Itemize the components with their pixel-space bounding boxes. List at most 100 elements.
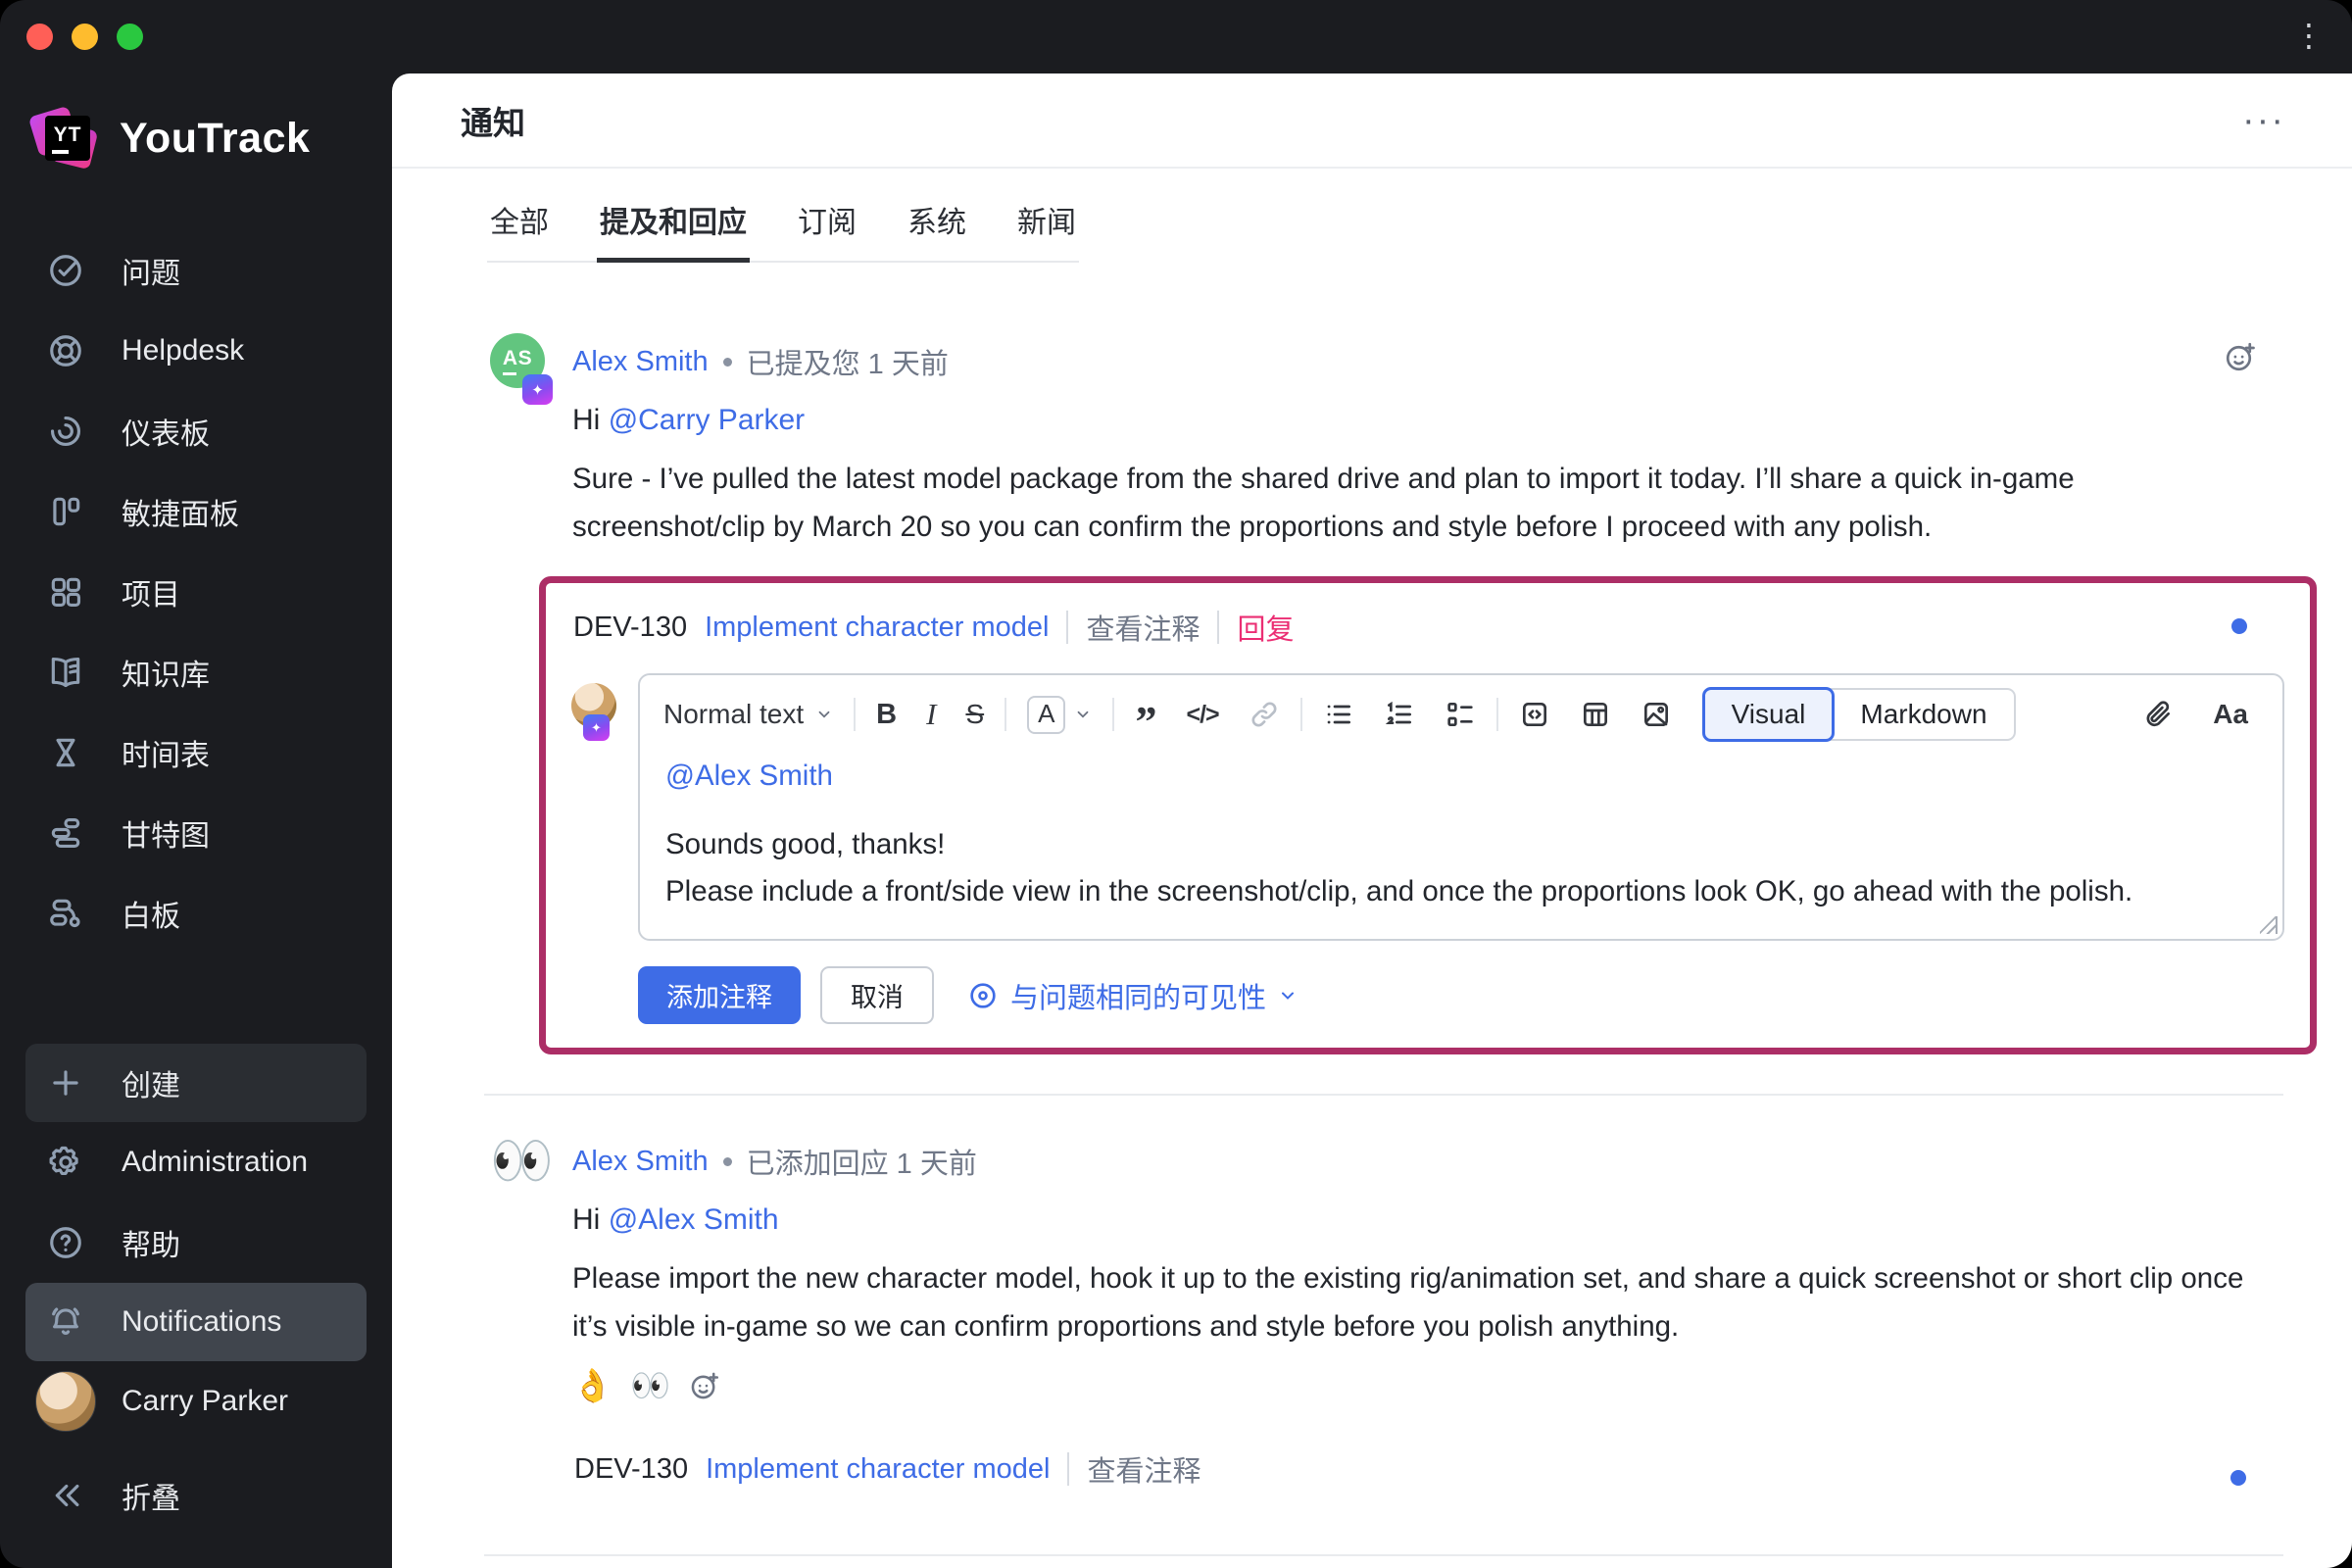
toolbar-separator <box>1299 698 1302 731</box>
cancel-button[interactable]: 取消 <box>820 966 934 1024</box>
task-list-button[interactable] <box>1430 693 1491 736</box>
reaction-eyes[interactable]: 👀 <box>630 1366 670 1405</box>
create-label: 创建 <box>122 1070 180 1102</box>
mention-link[interactable]: @Carry Parker <box>609 404 805 436</box>
minimize-window-button[interactable] <box>72 24 98 50</box>
sidebar-item-label: 项目 <box>122 579 180 612</box>
page-more-menu-icon[interactable]: ··· <box>2242 102 2285 139</box>
chevron-down-icon <box>1282 992 1295 1000</box>
browser-menu-icon[interactable]: ⋮ <box>2293 16 2325 55</box>
inline-code-button[interactable]: </> <box>1171 693 1233 736</box>
blockquote-button[interactable]: ” <box>1120 693 1171 744</box>
insert-image-button[interactable] <box>1626 693 1687 736</box>
sidebar-item-help[interactable]: 帮助 <box>0 1202 392 1283</box>
administration-label: Administration <box>122 1146 309 1178</box>
bullet-list-button[interactable] <box>1308 693 1369 736</box>
create-button[interactable]: 创建 <box>25 1044 367 1122</box>
zoom-window-button[interactable] <box>117 24 143 50</box>
sidebar-item-administration[interactable]: Administration <box>0 1122 392 1202</box>
editor-resize-handle[interactable] <box>2260 916 2278 934</box>
insert-link-button[interactable] <box>1234 693 1295 736</box>
attach-file-button[interactable] <box>2128 693 2188 736</box>
comment-editor-row: ✦ Normal text B I S A ” </> Visual Markd… <box>571 673 2284 941</box>
add-comment-button[interactable]: 添加注释 <box>638 966 801 1024</box>
font-size-button[interactable]: Aa <box>2198 693 2263 736</box>
add-reaction-icon[interactable] <box>2223 339 2258 374</box>
code-block-button[interactable] <box>1504 693 1565 736</box>
feed-divider <box>484 1554 2283 1556</box>
user-name: Carry Parker <box>122 1385 289 1417</box>
editor-text-line: Sounds good, thanks! <box>665 828 946 860</box>
sidebar-item-knowledge-base[interactable]: 知识库 <box>0 632 392 712</box>
bell-icon <box>47 1303 84 1341</box>
collapse-chevrons-icon <box>47 1477 84 1514</box>
issue-title-link[interactable]: Implement character model <box>706 1453 1050 1486</box>
view-comment-link[interactable]: 查看注释 <box>1086 607 1200 648</box>
toolbar-right-group: Aa <box>2128 693 2263 736</box>
insert-table-button[interactable] <box>1565 693 1626 736</box>
page-header: 通知 ··· <box>392 74 2352 169</box>
notification-body: Alex Smith 已提及您 1 天前 Hi @Carry Parker Su… <box>539 333 2317 1054</box>
reply-link[interactable]: 回复 <box>1237 607 1294 648</box>
sidebar-item-gantt[interactable]: 甘特图 <box>0 793 392 873</box>
collapse-label: 折叠 <box>122 1483 180 1515</box>
app-window: ⋮ YT YouTrack 问题 Helpdesk 仪表板 敏捷面板 项目 知识… <box>0 0 2352 1568</box>
comment-editor[interactable]: Normal text B I S A ” </> Visual Markdow… <box>638 673 2284 941</box>
issue-id: DEV-130 <box>573 611 688 643</box>
youtrack-app-badge-icon: ✦ <box>583 714 610 741</box>
close-window-button[interactable] <box>26 24 53 50</box>
visibility-dropdown[interactable]: 与问题相同的可见性 <box>967 975 1298 1016</box>
author-link[interactable]: Alex Smith <box>572 1146 709 1178</box>
traffic-lights <box>26 24 143 50</box>
visibility-eye-icon <box>970 982 996 1008</box>
vertical-separator <box>1067 1452 1070 1486</box>
unread-indicator[interactable] <box>2230 1470 2246 1486</box>
sidebar-item-agile-boards[interactable]: 敏捷面板 <box>0 471 392 552</box>
strikethrough-button[interactable]: S <box>951 693 999 736</box>
sidebar-item-timesheets[interactable]: 时间表 <box>0 712 392 793</box>
comment-input[interactable]: @Alex Smith Sounds good, thanks! Please … <box>640 754 2282 939</box>
sidebar-item-helpdesk[interactable]: Helpdesk <box>0 311 392 391</box>
issue-title-link[interactable]: Implement character model <box>705 612 1049 644</box>
window-titlebar: ⋮ <box>0 0 2352 74</box>
youtrack-logo[interactable]: YT YouTrack <box>0 103 392 173</box>
issue-link-row: DEV-130 Implement character model 查看注释 回… <box>571 599 2284 673</box>
mention-link[interactable]: @Alex Smith <box>609 1203 779 1236</box>
sidebar-item-profile[interactable]: Carry Parker <box>0 1361 392 1442</box>
tab-mentions-reactions[interactable]: 提及和回应 <box>597 198 750 263</box>
notification-meta-row: Alex Smith 已添加回应 1 天前 <box>572 1133 2283 1182</box>
tab-subscriptions[interactable]: 订阅 <box>795 198 859 263</box>
markdown-mode-button[interactable]: Markdown <box>1828 688 2016 741</box>
italic-button[interactable]: I <box>911 693 951 736</box>
sidebar-item-label: 问题 <box>122 258 180 290</box>
view-comment-link[interactable]: 查看注释 <box>1087 1448 1200 1490</box>
sidebar-item-label: 知识库 <box>122 660 210 692</box>
sidebar-item-notifications[interactable]: Notifications <box>25 1283 367 1361</box>
text-color-dropdown[interactable]: A <box>1012 693 1106 736</box>
paragraph-style-dropdown[interactable]: Normal text <box>660 693 848 736</box>
sidebar-item-projects[interactable]: 项目 <box>0 552 392 632</box>
feed-divider <box>484 1094 2283 1096</box>
sidebar-item-whiteboards[interactable]: 白板 <box>0 873 392 954</box>
sidebar-item-issues[interactable]: 问题 <box>0 230 392 311</box>
author-link[interactable]: Alex Smith <box>572 346 709 378</box>
youtrack-logo-icon: YT <box>27 105 99 171</box>
vertical-separator <box>1217 611 1220 644</box>
editor-mention[interactable]: @Alex Smith <box>665 760 2257 793</box>
unread-indicator[interactable] <box>2231 618 2247 634</box>
add-reaction-icon[interactable] <box>688 1369 721 1402</box>
tab-system[interactable]: 系统 <box>905 198 969 263</box>
sidebar-item-dashboards[interactable]: 仪表板 <box>0 391 392 471</box>
notification-item-2: 👀 Alex Smith 已添加回应 1 天前 Hi @Alex Smith P… <box>490 1133 2283 1515</box>
toolbar-separator <box>854 698 857 731</box>
vertical-separator <box>1066 611 1069 644</box>
sidebar-collapse-button[interactable]: 折叠 <box>0 1455 392 1536</box>
numbered-list-button[interactable] <box>1369 693 1430 736</box>
bold-button[interactable]: B <box>861 693 911 736</box>
avatar-eyes-emoji[interactable]: 👀 <box>490 1133 554 1190</box>
tab-all[interactable]: 全部 <box>487 198 552 263</box>
hourglass-icon <box>47 734 84 771</box>
tab-news[interactable]: 新闻 <box>1014 198 1079 263</box>
visual-mode-button[interactable]: Visual <box>1701 687 1836 742</box>
reaction-ok-hand[interactable]: 👌 <box>572 1366 612 1405</box>
